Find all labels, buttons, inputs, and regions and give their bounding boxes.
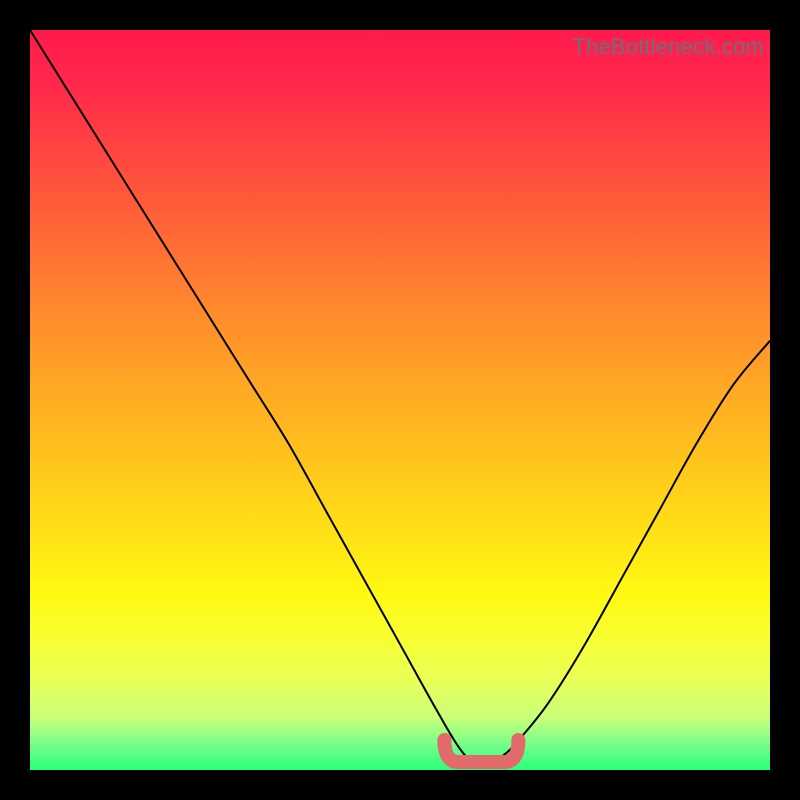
plot-area: TheBottleneck.com (30, 30, 770, 770)
chart-frame: TheBottleneck.com (0, 0, 800, 800)
chart-overlay-svg (30, 30, 770, 770)
bottleneck-curve (30, 30, 770, 764)
